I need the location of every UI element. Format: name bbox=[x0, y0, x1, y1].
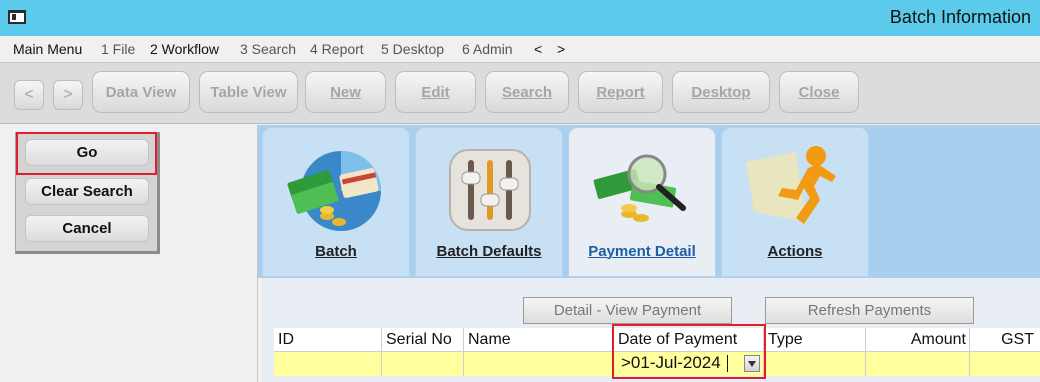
menu-report[interactable]: 4 Report bbox=[310, 41, 364, 57]
window-title: Batch Information bbox=[889, 7, 1031, 27]
new-button[interactable]: New bbox=[305, 71, 386, 113]
search-button[interactable]: Search bbox=[485, 71, 569, 113]
column-header-name[interactable]: Name bbox=[464, 328, 614, 352]
tab-label: Batch Defaults bbox=[436, 243, 542, 260]
menu-main[interactable]: Main Menu bbox=[13, 41, 82, 57]
desktop-button[interactable]: Desktop bbox=[672, 71, 770, 113]
go-highlight bbox=[16, 132, 157, 175]
filter-cell-id[interactable] bbox=[274, 352, 382, 376]
menu-next[interactable]: > bbox=[557, 41, 565, 57]
tab-payment-detail[interactable]: Payment Detail bbox=[568, 127, 716, 277]
filter-cell-gst[interactable] bbox=[970, 352, 1040, 376]
filter-cell-amount[interactable] bbox=[866, 352, 970, 376]
data-view-button[interactable]: Data View bbox=[92, 71, 190, 113]
tab-batch[interactable]: Batch bbox=[262, 127, 410, 277]
running-man-icon bbox=[746, 146, 836, 224]
menu-search[interactable]: 3 Search bbox=[240, 41, 296, 57]
menu-prev[interactable]: < bbox=[534, 41, 542, 57]
menu-desktop[interactable]: 5 Desktop bbox=[381, 41, 444, 57]
cancel-button[interactable]: Cancel bbox=[25, 215, 149, 242]
filter-cell-type[interactable] bbox=[764, 352, 866, 376]
column-header-gst[interactable]: GST bbox=[970, 328, 1040, 352]
money-magnifier-icon bbox=[593, 154, 686, 222]
column-header-type[interactable]: Type bbox=[764, 328, 866, 352]
money-credit-card-icon bbox=[287, 151, 381, 231]
sliders-icon bbox=[449, 149, 531, 231]
app-icon[interactable] bbox=[8, 10, 26, 24]
filter-cell-serial-no[interactable] bbox=[382, 352, 464, 376]
column-header-serial-no[interactable]: Serial No bbox=[382, 328, 464, 352]
tab-label: Payment Detail bbox=[588, 243, 696, 260]
toolbar: < > Data View Table View New Edit Search… bbox=[0, 62, 1040, 124]
tab-actions[interactable]: Actions bbox=[721, 127, 869, 277]
tab-batch-defaults[interactable]: Batch Defaults bbox=[415, 127, 563, 277]
table-view-button[interactable]: Table View bbox=[199, 71, 298, 113]
back-button[interactable]: < bbox=[14, 80, 44, 110]
edit-button[interactable]: Edit bbox=[395, 71, 476, 113]
detail-view-payment-button[interactable]: Detail - View Payment bbox=[523, 297, 732, 324]
tab-label: Batch bbox=[315, 243, 357, 260]
menu-file[interactable]: 1 File bbox=[101, 41, 135, 57]
menu-bar: Main Menu 1 File 2 Workflow 3 Search 4 R… bbox=[0, 36, 1040, 62]
report-button[interactable]: Report bbox=[578, 71, 663, 113]
title-bar: Batch Information bbox=[0, 0, 1040, 36]
column-header-amount[interactable]: Amount bbox=[866, 328, 970, 352]
close-button[interactable]: Close bbox=[779, 71, 859, 113]
tab-label: Actions bbox=[767, 243, 823, 260]
menu-workflow[interactable]: 2 Workflow bbox=[150, 41, 219, 57]
menu-admin[interactable]: 6 Admin bbox=[462, 41, 513, 57]
forward-button[interactable]: > bbox=[53, 80, 83, 110]
filter-cell-name[interactable] bbox=[464, 352, 614, 376]
date-highlight bbox=[612, 324, 766, 379]
refresh-payments-button[interactable]: Refresh Payments bbox=[765, 297, 974, 324]
clear-search-button[interactable]: Clear Search bbox=[25, 178, 149, 205]
column-header-id[interactable]: ID bbox=[274, 328, 382, 352]
